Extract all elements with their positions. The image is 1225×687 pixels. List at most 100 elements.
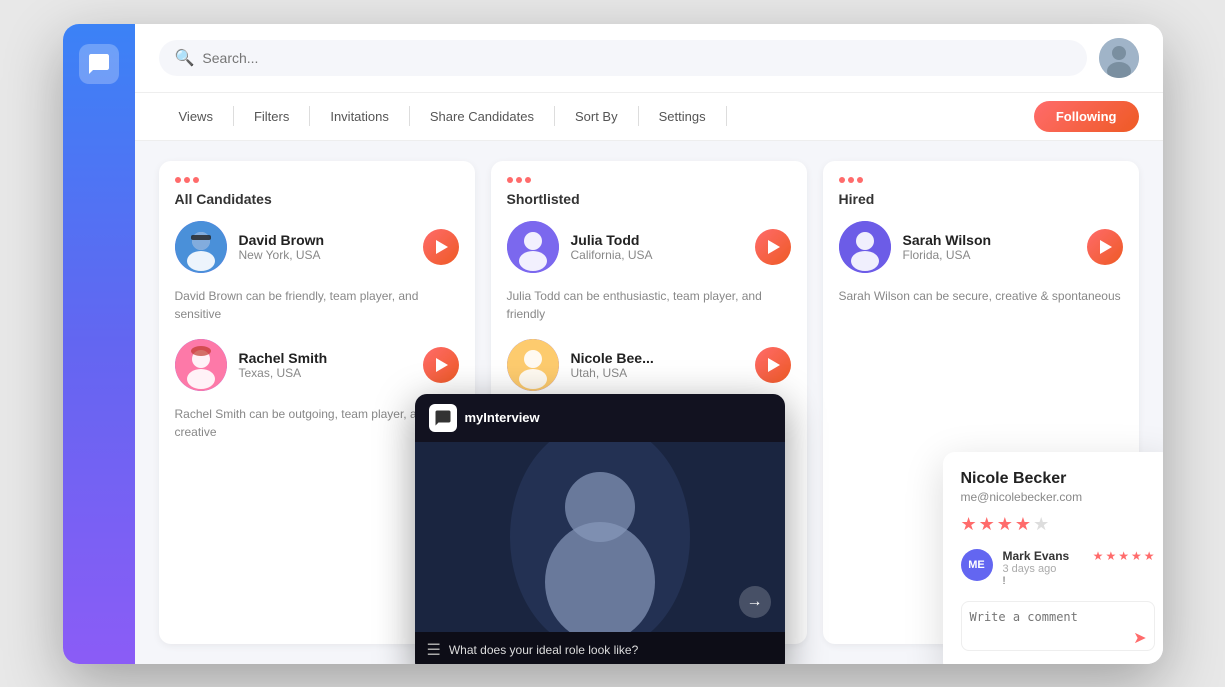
candidate-card-rachel: Rachel Smith Texas, USA (175, 339, 459, 391)
dot-5 (516, 177, 522, 183)
name-sarah: Sarah Wilson (903, 232, 1075, 248)
rev-star-4: ★ (1131, 549, 1142, 563)
video-body[interactable]: → (415, 442, 785, 632)
bio-david: David Brown can be friendly, team player… (175, 287, 459, 323)
star-5: ★ (1033, 514, 1049, 535)
avatar-sarah (839, 221, 891, 273)
dot-2 (184, 177, 190, 183)
star-3: ★ (997, 514, 1013, 535)
logo-icon (87, 52, 111, 76)
location-nicole: Utah, USA (571, 366, 743, 380)
dot-8 (848, 177, 854, 183)
col-dots-3 (839, 177, 1123, 183)
avatar-julia (507, 221, 559, 273)
candidate-card-nicole: Nicole Bee... Utah, USA (507, 339, 791, 391)
reviewer-comment: ! (1003, 575, 1155, 587)
location-david: New York, USA (239, 248, 411, 262)
side-panel-name: Nicole Becker (961, 470, 1155, 488)
star-1: ★ (961, 514, 977, 535)
col-title-hired: Hired (839, 191, 1123, 207)
name-david: David Brown (239, 232, 411, 248)
play-rachel[interactable] (423, 347, 459, 383)
reviewer-name: Mark Evans (1003, 549, 1070, 563)
video-header: myInterview (415, 394, 785, 442)
video-player: myInterview → ☰ What does your idea (415, 394, 785, 664)
sidebar-logo[interactable] (79, 44, 119, 84)
toolbar-share[interactable]: Share Candidates (410, 93, 554, 140)
video-footer: ☰ What does your ideal role look like? (415, 632, 785, 664)
side-panel-email: me@nicolebecker.com (961, 490, 1155, 504)
avatar-david (175, 221, 227, 273)
toolbar-invitations[interactable]: Invitations (310, 93, 409, 140)
dot-3 (193, 177, 199, 183)
name-rachel: Rachel Smith (239, 350, 411, 366)
info-rachel: Rachel Smith Texas, USA (239, 350, 411, 380)
reviewer-avatar: ME (961, 549, 993, 581)
avatar-image (1099, 38, 1139, 78)
location-julia: California, USA (571, 248, 743, 262)
info-nicole: Nicole Bee... Utah, USA (571, 350, 743, 380)
avatar-rachel (175, 339, 227, 391)
location-sarah: Florida, USA (903, 248, 1075, 262)
name-julia: Julia Todd (571, 232, 743, 248)
dot-4 (507, 177, 513, 183)
send-icon[interactable]: ➤ (1133, 628, 1146, 648)
candidate-card-julia: Julia Todd California, USA (507, 221, 791, 273)
col-dots-2 (507, 177, 791, 183)
video-logo (429, 404, 457, 432)
col-title-all: All Candidates (175, 191, 459, 207)
col-title-shortlisted: Shortlisted (507, 191, 791, 207)
comment-area: ➤ (961, 601, 1155, 656)
star-2: ★ (979, 514, 995, 535)
dot-7 (839, 177, 845, 183)
play-david[interactable] (423, 229, 459, 265)
main-content: 🔍 Views Filters Invitations S (135, 24, 1163, 664)
star-4: ★ (1015, 514, 1031, 535)
separator-6 (726, 106, 727, 126)
name-nicole-card: Nicole Bee... (571, 350, 743, 366)
reviewer-stars: ★ ★ ★ ★ ★ (1093, 549, 1155, 563)
search-icon: 🔍 (175, 48, 195, 68)
rev-star-2: ★ (1105, 549, 1116, 563)
header: 🔍 (135, 24, 1163, 93)
sidebar (63, 24, 135, 664)
dot-6 (525, 177, 531, 183)
toolbar: Views Filters Invitations Share Candidat… (135, 93, 1163, 141)
side-panel: Nicole Becker me@nicolebecker.com ★ ★ ★ … (943, 452, 1163, 664)
location-rachel: Texas, USA (239, 366, 411, 380)
rev-star-5: ★ (1144, 549, 1155, 563)
toolbar-filters[interactable]: Filters (234, 93, 309, 140)
content-area: All Candidates (135, 141, 1163, 664)
col-dots-1 (175, 177, 459, 183)
following-button[interactable]: Following (1034, 101, 1139, 132)
rev-star-1: ★ (1093, 549, 1104, 563)
video-next-button[interactable]: → (739, 586, 771, 618)
toolbar-settings[interactable]: Settings (639, 93, 726, 140)
header-avatar[interactable] (1099, 38, 1139, 78)
dot-9 (857, 177, 863, 183)
info-david: David Brown New York, USA (239, 232, 411, 262)
search-bar: 🔍 (159, 40, 1087, 76)
candidate-card-sarah: Sarah Wilson Florida, USA (839, 221, 1123, 273)
video-question-text: What does your ideal role look like? (449, 643, 638, 657)
app-window: 🔍 Views Filters Invitations S (63, 24, 1163, 664)
bio-julia: Julia Todd can be enthusiastic, team pla… (507, 287, 791, 323)
play-julia[interactable] (755, 229, 791, 265)
bio-sarah: Sarah Wilson can be secure, creative & s… (839, 287, 1123, 305)
side-panel-rating: ★ ★ ★ ★ ★ (961, 514, 1155, 535)
info-sarah: Sarah Wilson Florida, USA (903, 232, 1075, 262)
play-sarah[interactable] (1087, 229, 1123, 265)
search-input[interactable] (202, 50, 1070, 66)
dot-1 (175, 177, 181, 183)
toolbar-views[interactable]: Views (159, 93, 233, 140)
candidate-card-david: David Brown New York, USA (175, 221, 459, 273)
info-julia: Julia Todd California, USA (571, 232, 743, 262)
reviewer-row: ME Mark Evans ★ ★ ★ ★ ★ 3 d (961, 549, 1155, 587)
reviewer-time: 3 days ago (1003, 563, 1155, 575)
toolbar-sort[interactable]: Sort By (555, 93, 638, 140)
play-nicole[interactable] (755, 347, 791, 383)
rev-star-3: ★ (1118, 549, 1129, 563)
reviewer-info: Mark Evans ★ ★ ★ ★ ★ 3 days ago ! (1003, 549, 1155, 587)
video-brand-text: myInterview (465, 410, 540, 425)
comment-input[interactable] (961, 601, 1155, 651)
